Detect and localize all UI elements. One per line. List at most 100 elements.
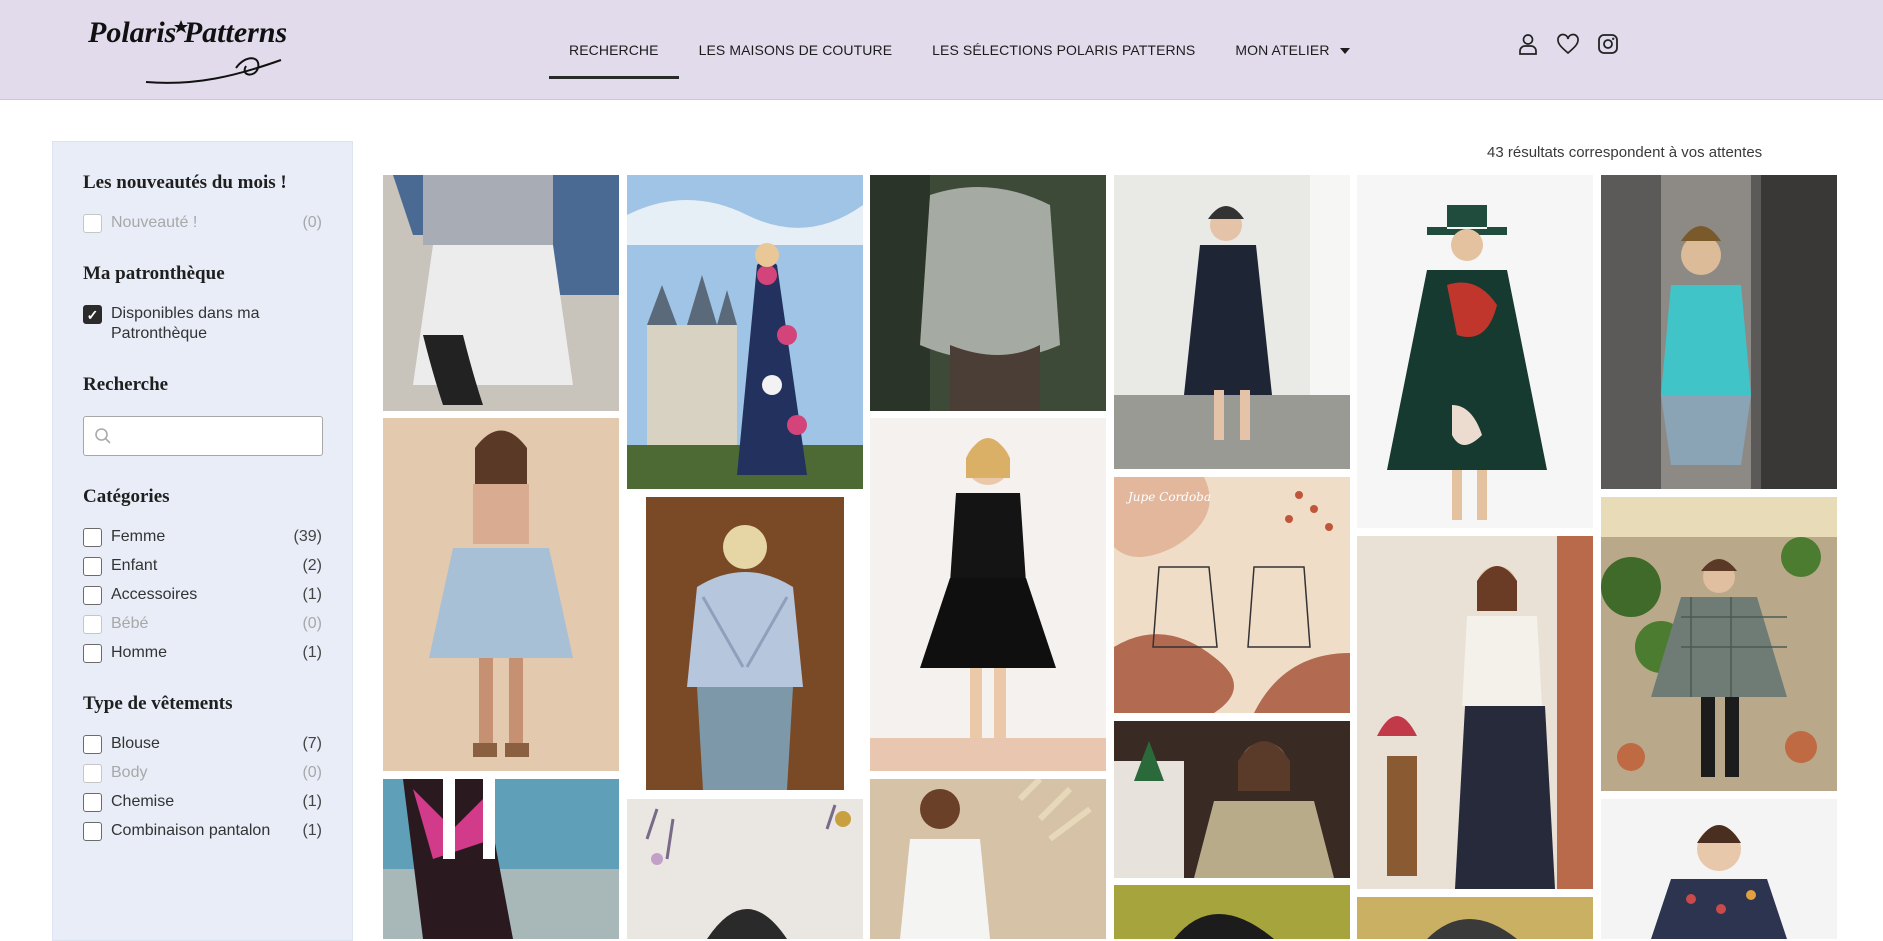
checkbox[interactable] (83, 735, 102, 754)
pattern-card[interactable] (1114, 175, 1350, 469)
option-label: Chemise (111, 793, 175, 810)
pattern-card[interactable] (1601, 497, 1837, 791)
sketch-caption: Jupe Cordoba (1125, 490, 1211, 504)
pattern-photo (1114, 885, 1350, 939)
option-count: (39) (293, 528, 322, 545)
section-title: Recherche (83, 374, 169, 395)
option-label: Accessoires (111, 586, 198, 603)
pattern-photo (627, 497, 863, 790)
nav-atelier-label: MON ATELIER (1235, 42, 1330, 58)
option-label: Body (111, 764, 148, 781)
pattern-card[interactable] (870, 175, 1106, 411)
option-label: Bébé (111, 615, 149, 632)
section-title: Type de vêtements (83, 693, 233, 714)
nav-recherche-label: RECHERCHE (569, 42, 659, 58)
option-label: Nouveauté ! (111, 214, 198, 231)
filter-option-combinaison-pantalon[interactable]: Combinaison pantalon (1) (83, 822, 322, 841)
filter-section-nouveautes: Les nouveautés du mois ! Nouveauté ! (0) (83, 172, 322, 233)
instagram-icon[interactable] (1596, 32, 1620, 56)
option-count: (2) (302, 557, 322, 574)
checkbox-checked[interactable] (83, 305, 102, 324)
filter-option-enfant[interactable]: Enfant (2) (83, 557, 322, 576)
checkbox[interactable] (83, 557, 102, 576)
option-label: Femme (111, 528, 166, 545)
nav-recherche[interactable]: RECHERCHE (549, 0, 679, 100)
filter-section-type-vetements: Type de vêtements Blouse (7) Body (0) Chem… (83, 693, 322, 841)
pattern-card[interactable] (627, 497, 863, 790)
pattern-photo (1114, 721, 1350, 878)
checkbox[interactable] (83, 764, 102, 783)
pattern-photo (1114, 175, 1350, 469)
filter-option-patrontheque[interactable]: Disponibles dans ma Patronthèque (83, 305, 322, 344)
section-title: Ma patronthèque (83, 263, 225, 284)
heart-icon[interactable] (1556, 32, 1580, 56)
pattern-photo (870, 779, 1106, 939)
filter-sidebar: Les nouveautés du mois ! Nouveauté ! (0)… (52, 141, 353, 941)
checkbox[interactable] (83, 528, 102, 547)
checkbox[interactable] (83, 822, 102, 841)
option-count: (1) (302, 822, 322, 839)
section-title: Catégories (83, 486, 170, 507)
pattern-card[interactable] (870, 418, 1106, 771)
filter-option-accessoires[interactable]: Accessoires (1) (83, 586, 322, 605)
option-count: (0) (302, 764, 322, 781)
pattern-photo (1357, 897, 1593, 939)
option-count: (7) (302, 735, 322, 752)
pattern-photo (383, 418, 619, 771)
option-count: (0) (302, 615, 322, 632)
pattern-photo (627, 175, 863, 489)
site-header: Polaris Patterns RECHERCHE LES MAISONS D… (0, 0, 1883, 100)
logo-lettering-line1: Polaris Patterns (87, 16, 286, 49)
option-label: Blouse (111, 735, 160, 752)
pattern-card[interactable] (1357, 536, 1593, 889)
nav-selections[interactable]: LES SÉLECTIONS POLARIS PATTERNS (912, 0, 1215, 100)
checkbox[interactable] (83, 615, 102, 634)
checkbox[interactable] (83, 644, 102, 663)
search-icon (95, 428, 111, 444)
filter-option-femme[interactable]: Femme (39) (83, 528, 322, 547)
search-field[interactable] (83, 416, 323, 456)
pattern-card[interactable] (1601, 175, 1837, 489)
pattern-photo (383, 175, 619, 411)
pattern-card[interactable] (870, 779, 1106, 939)
nav-mon-atelier[interactable]: MON ATELIER (1215, 0, 1369, 100)
filter-option-blouse[interactable]: Blouse (7) (83, 735, 322, 754)
option-count: (1) (302, 644, 322, 661)
polaris-patterns-logo[interactable]: Polaris Patterns (86, 8, 287, 92)
pattern-card[interactable] (1601, 799, 1837, 939)
filter-option-body[interactable]: Body (0) (83, 764, 322, 783)
pattern-photo (627, 799, 863, 939)
pattern-card[interactable]: Jupe Cordoba (1114, 477, 1350, 713)
pattern-card[interactable] (383, 779, 619, 939)
filter-option-chemise[interactable]: Chemise (1) (83, 793, 322, 812)
pattern-photo: Jupe Cordoba (1114, 477, 1350, 713)
pattern-card[interactable] (1357, 897, 1593, 939)
pattern-card[interactable] (383, 418, 619, 771)
pattern-card[interactable] (627, 175, 863, 489)
option-label: Homme (111, 644, 168, 661)
search-input[interactable] (118, 423, 318, 449)
checkbox[interactable] (83, 214, 102, 233)
filter-section-recherche: Recherche (83, 374, 323, 456)
pattern-photo (1601, 175, 1837, 489)
filter-section-categories: Catégories Femme (39) Enfant (2) Accessoir… (83, 486, 322, 663)
nav-maisons-de-couture[interactable]: LES MAISONS DE COUTURE (679, 0, 913, 100)
checkbox[interactable] (83, 793, 102, 812)
pattern-card[interactable] (1114, 885, 1350, 939)
checkbox[interactable] (83, 586, 102, 605)
filter-option-bebe[interactable]: Bébé (0) (83, 615, 322, 634)
option-count: (0) (302, 214, 322, 231)
pattern-photo (1357, 536, 1593, 889)
filter-option-homme[interactable]: Homme (1) (83, 644, 322, 663)
pattern-card[interactable] (1357, 175, 1593, 528)
option-label: Combinaison pantalon (111, 822, 271, 839)
pattern-card[interactable] (627, 799, 863, 939)
pattern-card[interactable] (383, 175, 619, 411)
pattern-photo (870, 418, 1106, 771)
pattern-photo (1357, 175, 1593, 528)
pattern-photo (1601, 799, 1837, 939)
option-count: (1) (302, 793, 322, 810)
user-icon[interactable] (1516, 32, 1540, 56)
pattern-card[interactable] (1114, 721, 1350, 878)
filter-option-nouveaute[interactable]: Nouveauté ! (0) (83, 214, 322, 233)
